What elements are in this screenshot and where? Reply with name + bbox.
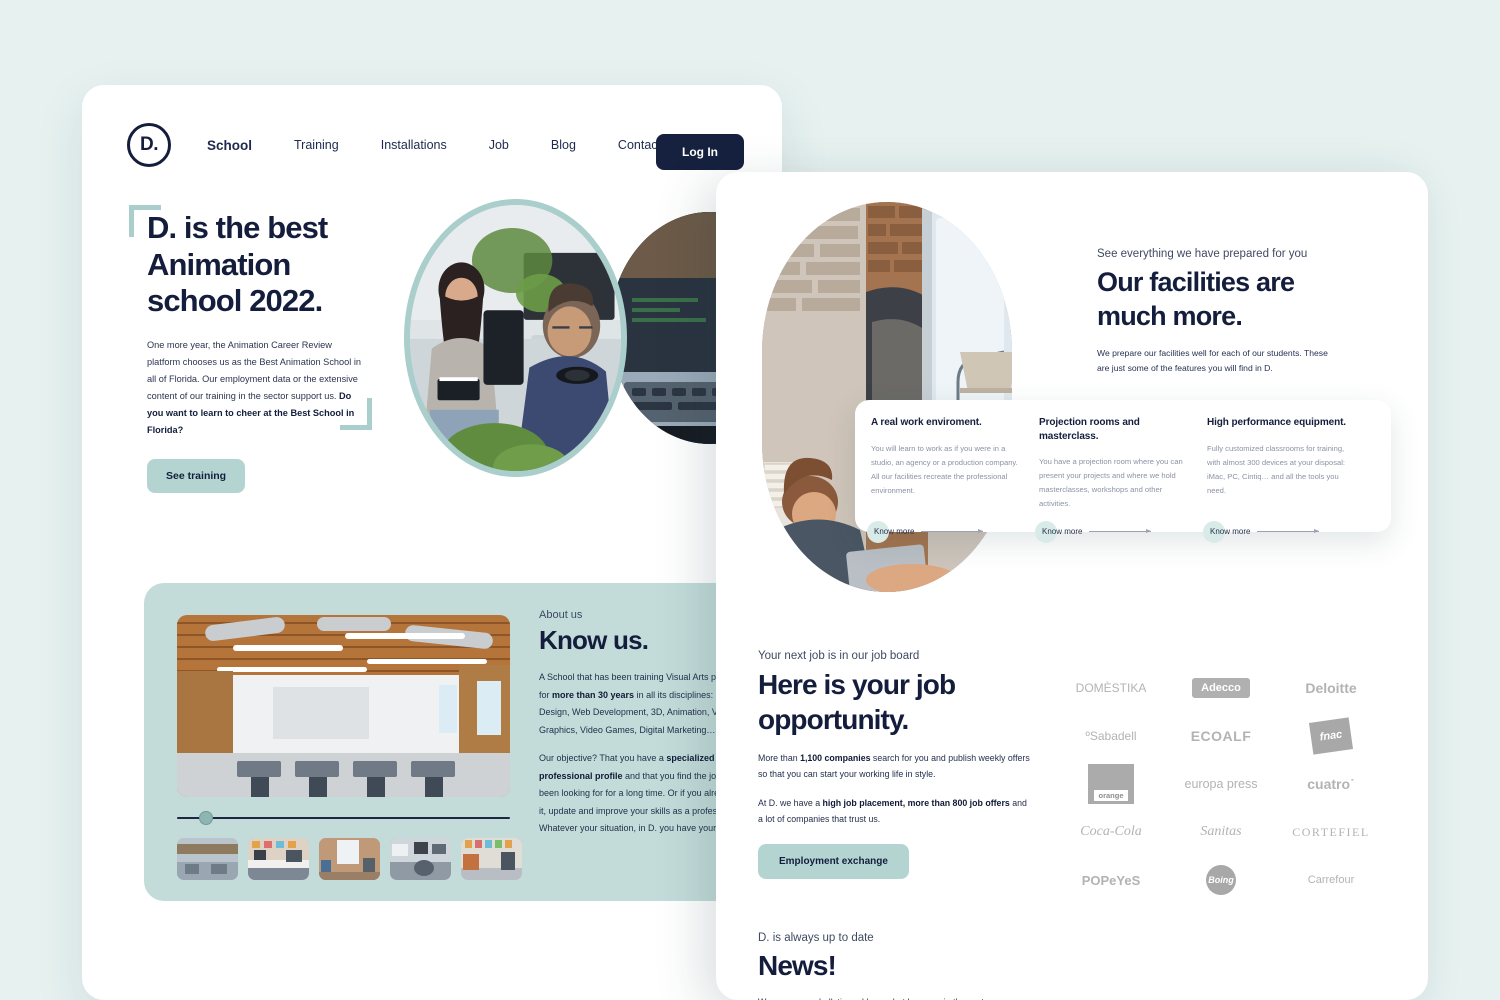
- logo-ecoalf: ECOALF: [1190, 728, 1252, 744]
- logo-adecco: Adecco: [1192, 678, 1250, 698]
- logo-sabadell: ºSabadell: [1085, 729, 1137, 743]
- news-kicker: D. is always up to date: [758, 932, 874, 944]
- feature-card-body: Fully customized classrooms for training…: [1207, 443, 1346, 495]
- about-p1-b: more than 30 years: [552, 689, 635, 700]
- nav-item-job[interactable]: Job: [489, 138, 509, 152]
- logo-orange-label: orange: [1094, 790, 1128, 801]
- job-title: Here is your job opportunity.: [758, 669, 956, 735]
- job-paragraph-2: At D. we have a high job placement, more…: [758, 795, 1030, 828]
- about-us-main-photo: [177, 615, 510, 797]
- know-more-link[interactable]: Know more: [1203, 520, 1320, 543]
- about-p2-a: Our objective? That you have a: [539, 753, 667, 764]
- nav-item-blog[interactable]: Blog: [551, 138, 576, 152]
- logo-coca-cola: Coca-Cola: [1080, 824, 1142, 839]
- logo-carrefour: Carrefour: [1307, 874, 1355, 886]
- logo-cuatro: cuatro˙: [1307, 776, 1355, 792]
- office-interior-illustration: [177, 615, 510, 797]
- know-more-label: Know more: [1210, 527, 1251, 536]
- arrow-right-icon: [1089, 528, 1152, 533]
- thumbnail-image: [319, 838, 380, 880]
- feature-card-body: You have a projection room where you can…: [1039, 457, 1183, 509]
- logo-europa-press: europa press: [1184, 777, 1258, 791]
- logo-boing: Boing: [1206, 865, 1236, 895]
- see-training-button[interactable]: See training: [147, 459, 246, 493]
- facilities-feature-cards: A real work enviroment. You will learn t…: [855, 400, 1391, 543]
- school-page-panel: D. School Training Installations Job Blo…: [82, 85, 782, 1000]
- facilities-title: Our facilities are much more.: [1097, 267, 1295, 331]
- thumbnail-image: [177, 838, 238, 880]
- nav-item-contact[interactable]: Contact: [618, 138, 661, 152]
- nav-item-training[interactable]: Training: [294, 138, 339, 152]
- list-item[interactable]: [390, 838, 451, 880]
- feature-card-title: A real work enviroment.: [871, 417, 982, 428]
- facilities-page-panel: See everything we have prepared for you …: [716, 172, 1428, 1000]
- nav-item-installations[interactable]: Installations: [381, 138, 447, 152]
- nav-links: School Training Installations Job Blog C…: [207, 138, 703, 153]
- about-us-section: About us Know us. A School that has been…: [144, 583, 782, 901]
- feature-card-projection-rooms: Projection rooms and masterclass. You ha…: [1035, 416, 1189, 543]
- partner-logos-grid: DOMÈSTIKA Adecco Deloitte ºSabadell ECOA…: [1056, 664, 1386, 904]
- know-more-label: Know more: [1042, 527, 1083, 536]
- carousel-slider-track[interactable]: [177, 817, 510, 819]
- feature-card-title: Projection rooms and masterclass.: [1039, 417, 1140, 442]
- arrow-right-icon: [1257, 528, 1320, 533]
- job-p1-a: More than: [758, 753, 801, 763]
- hero-photo-primary: [404, 199, 627, 477]
- know-more-link[interactable]: Know more: [1035, 520, 1152, 543]
- logo-sanitas: Sanitas: [1200, 824, 1242, 839]
- know-more-link[interactable]: Know more: [867, 520, 984, 543]
- news-body: We are a news bulletin and hear what hap…: [758, 994, 1038, 1000]
- logo-fnac: fnac: [1308, 717, 1354, 755]
- logo-popeyes: POPeYeS: [1081, 872, 1141, 888]
- nav-item-school[interactable]: School: [207, 138, 252, 153]
- thumbnail-image: [248, 838, 309, 880]
- carousel-thumbnails: [177, 838, 522, 880]
- list-item[interactable]: [248, 838, 309, 880]
- hero-title: D. is the best Animation school 2022.: [147, 210, 328, 319]
- feature-card-title: High performance equipment.: [1207, 417, 1346, 428]
- feature-card-body: You will learn to work as if you were in…: [871, 443, 1018, 495]
- facilities-subtitle: We prepare our facilities well for each …: [1097, 348, 1328, 374]
- arrow-right-icon: [921, 528, 984, 533]
- list-item[interactable]: [319, 838, 380, 880]
- logo-cortefiel: CORTEFIEL: [1292, 824, 1370, 839]
- logo-domestika: DOMÈSTIKA: [1075, 681, 1147, 695]
- job-p2-a: At D. we have a: [758, 798, 823, 808]
- know-more-label: Know more: [874, 527, 915, 536]
- login-button[interactable]: Log In: [656, 134, 744, 170]
- students-photo-illustration: [410, 205, 621, 471]
- hero-body-text: One more year, the Animation Career Revi…: [147, 337, 365, 439]
- facilities-kicker: See everything we have prepared for you: [1097, 248, 1308, 260]
- list-item[interactable]: [177, 838, 238, 880]
- feature-card-high-performance: High performance equipment. Fully custom…: [1203, 416, 1357, 543]
- carousel-slider-handle[interactable]: [199, 811, 213, 825]
- list-item[interactable]: [461, 838, 522, 880]
- job-p2-b: high job placement, more than 800 job of…: [822, 798, 1010, 808]
- main-navigation: D. School Training Installations Job Blo…: [82, 115, 782, 175]
- feature-card-work-environment: A real work enviroment. You will learn t…: [867, 416, 1021, 543]
- logo-deloitte: Deloitte: [1305, 680, 1357, 696]
- brand-logo-icon[interactable]: D.: [127, 123, 171, 167]
- thumbnail-image: [390, 838, 451, 880]
- logo-orange: orange: [1088, 764, 1134, 804]
- thumbnail-image: [461, 838, 522, 880]
- job-paragraph-1: More than 1,100 companies search for you…: [758, 750, 1030, 783]
- job-p1-b: 1,100 companies: [800, 753, 871, 763]
- news-title: News!: [758, 950, 837, 981]
- job-kicker: Your next job is in our job board: [758, 650, 920, 662]
- employment-exchange-button[interactable]: Employment exchange: [758, 844, 909, 879]
- hero-body-lead: One more year, the Animation Career Revi…: [147, 340, 361, 402]
